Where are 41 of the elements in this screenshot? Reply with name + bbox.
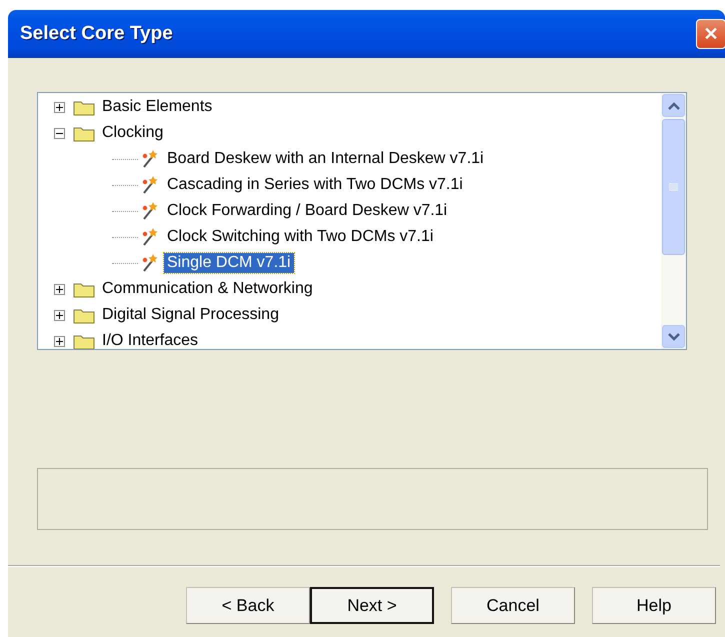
dialog-button[interactable]: Help xyxy=(592,587,716,624)
down-chevron-icon xyxy=(668,332,680,340)
expand-toggle[interactable] xyxy=(54,336,65,346)
scrollbar[interactable] xyxy=(661,93,686,349)
tree-item[interactable]: Basic Elements xyxy=(99,97,216,117)
grip-icon xyxy=(669,182,678,192)
folder-icon xyxy=(73,306,95,324)
dialog-button[interactable]: Cancel xyxy=(451,587,575,624)
wand-icon xyxy=(140,175,160,195)
tree-item[interactable]: Single DCM v7.1i xyxy=(164,253,294,273)
tree-item[interactable]: Clocking xyxy=(99,123,166,143)
wand-icon xyxy=(140,253,160,273)
folder-icon xyxy=(73,98,95,116)
plus-icon xyxy=(56,286,63,292)
window-title: Select Core Type xyxy=(20,23,173,45)
tree-item[interactable]: Cascading in Series with Two DCMs v7.1i xyxy=(164,175,466,195)
plus-icon xyxy=(56,104,63,110)
scroll-thumb[interactable] xyxy=(662,119,685,255)
tree-item[interactable]: Board Deskew with an Internal Deskew v7.1i xyxy=(164,149,487,169)
expand-toggle[interactable] xyxy=(54,102,65,112)
tree-item[interactable]: Clock Forwarding / Board Deskew v7.1i xyxy=(164,201,450,221)
scroll-down-button[interactable] xyxy=(662,325,685,348)
wand-icon xyxy=(140,149,160,169)
tree-item[interactable]: Clock Switching with Two DCMs v7.1i xyxy=(164,227,436,247)
expand-toggle[interactable] xyxy=(54,284,65,294)
tree-item[interactable]: Digital Signal Processing xyxy=(99,305,282,325)
dialog-button[interactable]: < Back xyxy=(186,587,310,624)
up-chevron-icon xyxy=(668,102,680,110)
tree-item[interactable]: I/O Interfaces xyxy=(99,331,202,349)
wand-icon xyxy=(140,227,160,247)
plus-icon xyxy=(56,338,63,344)
dialog-button[interactable]: Next > xyxy=(310,587,434,624)
folder-icon xyxy=(73,280,95,298)
wand-icon xyxy=(140,201,160,221)
tree-item[interactable]: Communication & Networking xyxy=(99,279,316,299)
plus-icon xyxy=(56,312,63,318)
scroll-up-button[interactable] xyxy=(662,94,685,117)
collapse-toggle[interactable] xyxy=(54,128,65,138)
folder-icon xyxy=(73,124,95,142)
expand-toggle[interactable] xyxy=(54,310,65,320)
folder-icon xyxy=(73,332,95,349)
